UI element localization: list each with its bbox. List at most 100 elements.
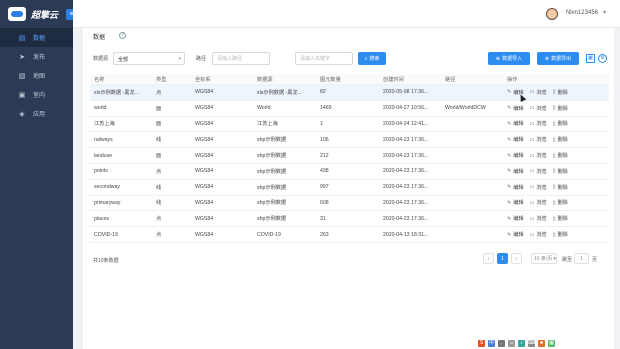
sidebar-item-3[interactable]: ▣ 室内 [0,85,73,104]
ime-icon[interactable]: S [478,340,485,347]
browse-button[interactable]: ▭ 浏览 [530,120,547,128]
column-header: 创建时间 [383,76,404,83]
table-row[interactable]: points 点 WGS84 shp示例数据 438 2020-04-23 17:36..… [90,164,609,180]
table-header: 名称 类型 坐标系 数据源 图元数量 创建时间 路径 操作 [90,74,609,85]
sidebar-item-label: 地图 [33,74,46,80]
path-input[interactable] [212,52,270,65]
delete-button[interactable]: ▯ 删除 [553,120,568,128]
browse-button[interactable]: ▭ 浏览 [530,215,547,223]
next-page-button[interactable]: › [511,253,522,264]
delete-button[interactable]: ▯ 删除 [553,231,568,239]
edit-label: 编辑 [513,200,524,207]
sidebar-item-1[interactable]: ➤ 发布 [0,47,73,66]
page-size-select[interactable]: 10 条/页 ▾ [531,253,557,264]
grid-view-icon[interactable]: ▦ [586,54,595,63]
sidebar-item-0[interactable]: ▤ 数据 [0,28,73,47]
skin-icon[interactable]: ♣ [538,340,545,347]
cell-type: 线 [156,200,162,207]
help-icon[interactable]: ? [119,32,126,39]
keyword-input[interactable] [295,52,353,65]
edit-button[interactable]: ✎ 编辑 [507,184,524,191]
delete-button[interactable]: ▯ 删除 [552,215,568,223]
delete-button[interactable]: ▯ 删除 [553,168,568,175]
edit-button[interactable]: ✎ 编辑 [507,231,524,239]
edit-button[interactable]: ✎ 编辑 [507,105,524,112]
emoji-icon[interactable]: ☺ [508,340,515,347]
table-row[interactable]: secondway 线 WGS84 shp示例数据 997 2020-04-23 17:3… [90,180,609,196]
cell-crs: WGS84 [195,199,214,206]
browse-button[interactable]: ▭ 浏览 [530,168,547,175]
sidebar-item-2[interactable]: ▧ 地图 [0,66,73,85]
cell-type: 点 [156,89,162,96]
keyboard-icon[interactable]: ⌨ [528,340,535,347]
browse-button[interactable]: ▭ 浏览 [530,199,547,207]
delete-label: 删除 [557,184,568,191]
edit-icon: ✎ [507,89,512,96]
page-1-button[interactable]: 1 [497,253,508,264]
browse-button[interactable]: ▭ 浏览 [530,231,547,239]
row-actions: ✎ 编辑 ▭ 浏览 ▯ 删除 [503,168,609,175]
edit-button[interactable]: ✎ 编辑 [507,136,524,144]
page-unit-label: 页 [592,257,598,263]
gear-icon[interactable]: ⚙ [598,54,607,63]
export-button[interactable]: ⊕ 数据导出 [537,52,579,65]
browse-button[interactable]: ▭ 浏览 [530,89,547,96]
table-row[interactable]: landuse 面 WGS84 shp示例数据 212 2020-04-23 17:36.… [90,148,609,164]
delete-label: 删除 [557,89,568,96]
browse-label: 浏览 [536,89,547,96]
delete-button[interactable]: ▯ 删除 [553,199,568,207]
table-row[interactable]: railways 线 WGS84 shp示例数据 106 2020-04-23 17:36… [90,132,609,149]
edit-button[interactable]: ✎ 编辑 [507,168,524,175]
trash-icon: ▯ [552,215,556,222]
edit-label: 编辑 [513,232,524,239]
delete-button[interactable]: ▯ 删除 [553,136,568,144]
edit-icon: ✎ [507,105,512,112]
cell-crs: WGS84 [195,168,214,175]
edit-button[interactable]: ✎ 编辑 [507,215,524,223]
app-icon: ◈ [19,110,25,118]
browse-button[interactable]: ▭ 浏览 [530,152,547,160]
cell-time: 2020-04-27 10:56... [383,105,429,112]
table-row[interactable]: primaryway 线 WGS84 shp示例数据 608 2020-04-23 17:… [90,196,609,212]
table-row[interactable]: places 点 WGS84 shp示例数据 31 2020-04-23 17:36...… [90,211,609,228]
edit-button[interactable]: ✎ 编辑 [507,152,524,160]
cell-name: railways [94,136,113,143]
user-name[interactable]: Nlvn123456 [566,10,598,16]
jump-label: 跳至 [562,257,573,263]
delete-button[interactable]: ▯ 删除 [553,184,568,191]
source-select[interactable]: 全部 ▾ [113,52,185,65]
delete-button[interactable]: ▯ 删除 [553,105,568,112]
delete-label: 删除 [557,232,568,239]
search-button[interactable]: ⌕ 搜索 [358,52,386,65]
sidebar-item-label: 应用 [33,112,46,118]
prev-page-button[interactable]: ‹ [483,253,494,264]
edit-button[interactable]: ✎ 编辑 [507,199,524,207]
logo[interactable]: 超擎云 [0,0,73,28]
punct-icon[interactable]: , [498,340,505,347]
tools-icon[interactable]: ▦ [548,340,555,347]
table-row[interactable]: xls示例数据 -黑龙... 点 WGS84 xls示例数据 -黑龙... 82 2020… [90,85,609,101]
system-tray: S 中 , ☺ ♪ ⌨ ♣ ▦ [478,340,555,347]
cell-time: 2020-05-08 17:36... [383,89,429,96]
edit-icon: ✎ [507,231,512,238]
delete-button[interactable]: ▯ 删除 [553,152,568,160]
column-header: 类型 [156,76,167,83]
table-row[interactable]: COVID-19 点 WGS84 COVID-19 263 2020-04-13 18:3… [90,227,609,243]
sidebar-item-4[interactable]: ◈ 应用 [0,104,73,123]
browse-button[interactable]: ▭ 浏览 [530,184,547,191]
import-button[interactable]: ⊕ 数据导入 [488,52,530,65]
lang-icon[interactable]: 中 [488,340,495,347]
edit-button[interactable]: ✎ 编辑 [507,120,524,128]
table-row[interactable]: world 面 WGS84 World 1469 2020-04-27 10:56... W… [90,101,609,117]
browse-button[interactable]: ▭ 浏览 [530,136,547,144]
chevron-down-icon[interactable]: ▾ [603,9,606,16]
avatar[interactable] [546,8,558,20]
delete-label: 删除 [557,137,568,144]
browse-button[interactable]: ▭ 浏览 [530,105,547,112]
table-row[interactable]: 江苏上海 面 WGS84 江苏上海 1 2020-04-24 12:41... ✎ 编辑 ▭ 浏览… [90,117,609,133]
jump-input[interactable]: 1 [574,253,589,264]
mic-icon[interactable]: ♪ [518,340,525,347]
delete-button[interactable]: ▯ 删除 [553,89,568,96]
column-header: 坐标系 [195,76,211,83]
row-actions: ✎ 编辑 ▭ 浏览 ▯ 删除 [503,120,609,128]
